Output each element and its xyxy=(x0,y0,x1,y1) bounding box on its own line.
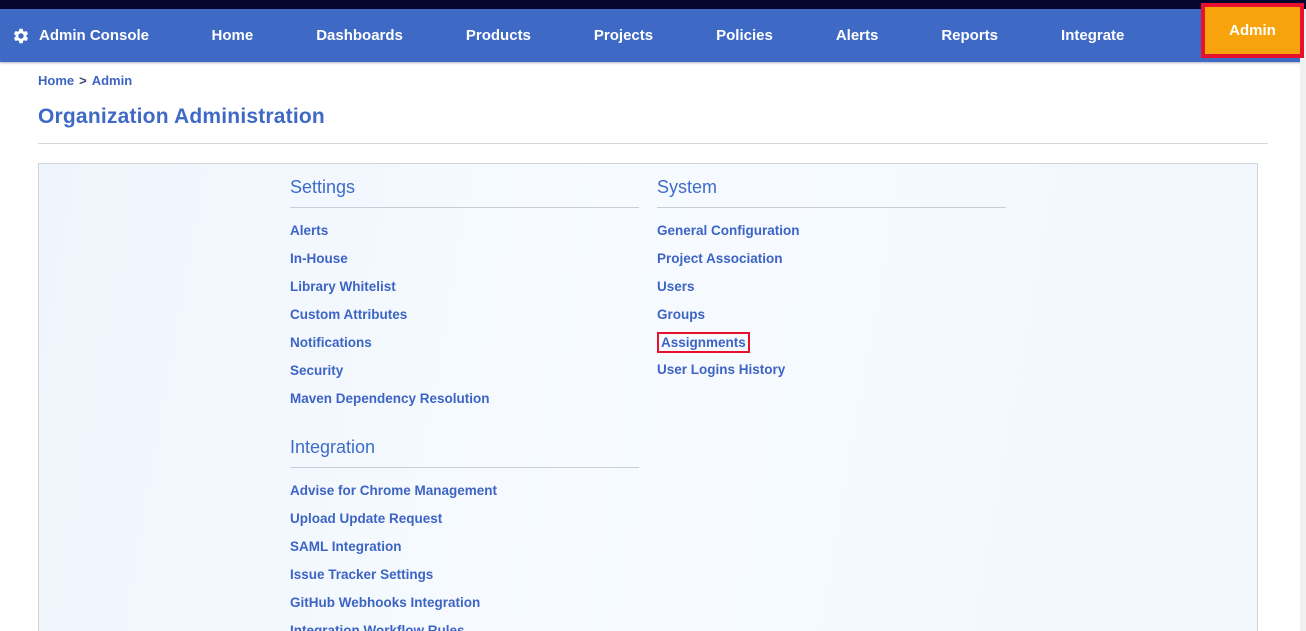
vertical-scrollbar[interactable] xyxy=(1300,9,1306,631)
breadcrumb-admin-link[interactable]: Admin xyxy=(92,73,132,88)
main-nav: Home Dashboards Products Projects Polici… xyxy=(180,27,1156,44)
system-section: System General Configuration Project Ass… xyxy=(657,177,1006,384)
nav-dashboards[interactable]: Dashboards xyxy=(316,27,403,44)
admin-links-panel: Settings Alerts In-House Library Whiteli… xyxy=(38,163,1258,631)
link-users[interactable]: Users xyxy=(657,273,1006,301)
nav-policies[interactable]: Policies xyxy=(716,27,773,44)
nav-integrate[interactable]: Integrate xyxy=(1061,27,1124,44)
link-project-association[interactable]: Project Association xyxy=(657,245,1006,273)
link-notifications[interactable]: Notifications xyxy=(290,329,639,357)
link-general-configuration[interactable]: General Configuration xyxy=(657,217,1006,245)
page-content: Home > Admin Organization Administration S… xyxy=(0,73,1306,631)
breadcrumb: Home > Admin xyxy=(38,73,1306,88)
nav-alerts[interactable]: Alerts xyxy=(836,27,879,44)
nav-home[interactable]: Home xyxy=(212,27,254,44)
link-user-logins-history[interactable]: User Logins History xyxy=(657,356,1006,384)
page-title: Organization Administration xyxy=(38,105,325,128)
settings-section-title: Settings xyxy=(290,177,639,208)
link-in-house[interactable]: In-House xyxy=(290,245,639,273)
admin-button[interactable]: Admin xyxy=(1205,7,1300,54)
admin-button-highlight-box: Admin xyxy=(1201,3,1304,58)
link-maven-dependency-resolution[interactable]: Maven Dependency Resolution xyxy=(290,385,639,413)
link-alerts[interactable]: Alerts xyxy=(290,217,639,245)
link-advise-for-chrome-management[interactable]: Advise for Chrome Management xyxy=(290,477,639,505)
settings-links: Alerts In-House Library Whitelist Custom… xyxy=(290,208,639,413)
left-column: Settings Alerts In-House Library Whiteli… xyxy=(290,177,639,631)
link-library-whitelist[interactable]: Library Whitelist xyxy=(290,273,639,301)
link-integration-workflow-rules[interactable]: Integration Workflow Rules xyxy=(290,617,639,631)
link-upload-update-request[interactable]: Upload Update Request xyxy=(290,505,639,533)
top-strip xyxy=(0,0,1306,9)
integration-section-title: Integration xyxy=(290,437,639,468)
link-assignments[interactable]: Assignments xyxy=(657,332,750,353)
link-security[interactable]: Security xyxy=(290,357,639,385)
link-github-webhooks-integration[interactable]: GitHub Webhooks Integration xyxy=(290,589,639,617)
system-section-title: System xyxy=(657,177,1006,208)
nav-reports[interactable]: Reports xyxy=(941,27,998,44)
nav-products[interactable]: Products xyxy=(466,27,531,44)
brand-label: Admin Console xyxy=(39,27,150,44)
integration-links: Advise for Chrome Management Upload Upda… xyxy=(290,468,639,631)
top-navbar: Admin Console Home Dashboards Products P… xyxy=(0,3,1306,62)
app-brand: Admin Console xyxy=(0,27,180,45)
settings-section: Settings Alerts In-House Library Whiteli… xyxy=(290,177,639,413)
gear-icon xyxy=(12,27,30,45)
link-issue-tracker-settings[interactable]: Issue Tracker Settings xyxy=(290,561,639,589)
title-divider xyxy=(38,143,1268,144)
breadcrumb-separator: > xyxy=(79,73,87,88)
integration-section: Integration Advise for Chrome Management… xyxy=(290,437,639,631)
nav-projects[interactable]: Projects xyxy=(594,27,653,44)
link-custom-attributes[interactable]: Custom Attributes xyxy=(290,301,639,329)
link-groups[interactable]: Groups xyxy=(657,301,1006,329)
system-links: General Configuration Project Associatio… xyxy=(657,208,1006,384)
breadcrumb-home-link[interactable]: Home xyxy=(38,73,74,88)
link-saml-integration[interactable]: SAML Integration xyxy=(290,533,639,561)
right-column: System General Configuration Project Ass… xyxy=(657,177,1006,384)
